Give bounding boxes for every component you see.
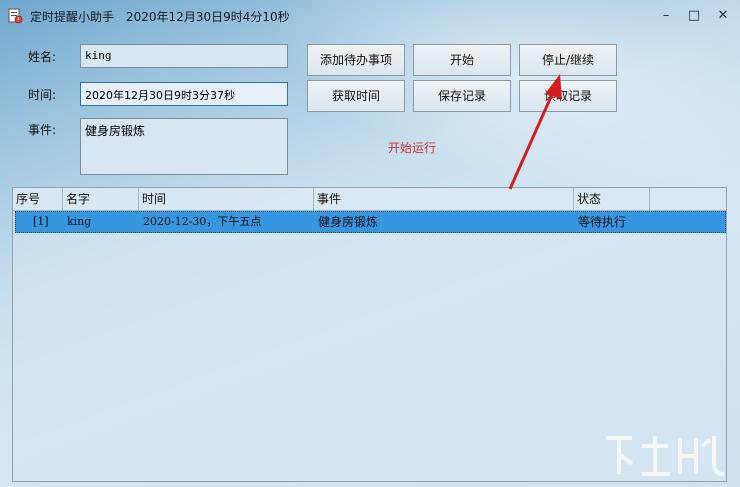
annotation-arrow-icon bbox=[508, 74, 562, 190]
watermark-logo-icon bbox=[606, 436, 725, 476]
app-window: 定时提醒小助手 2020年12月30日9时4分10秒 – □ ✕ 姓名: king… bbox=[0, 0, 740, 487]
